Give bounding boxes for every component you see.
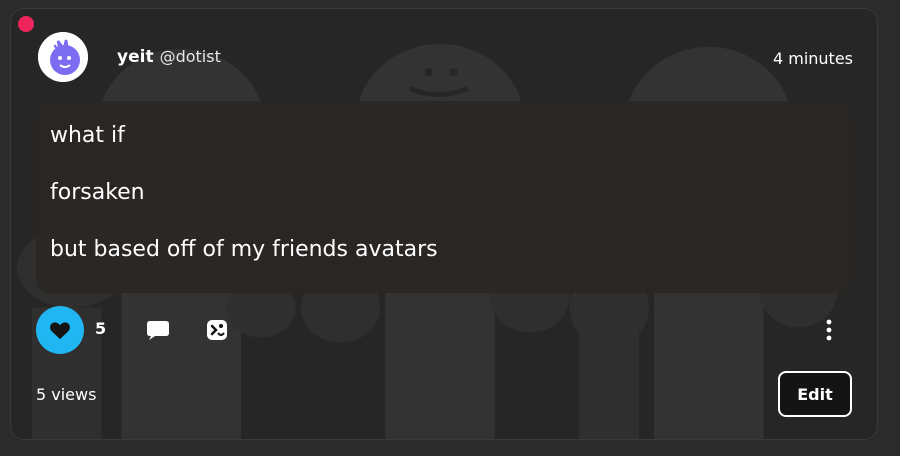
comment-button[interactable] (145, 317, 171, 343)
post-card: yeit @dotist 4 minutes what if forsaken … (10, 8, 878, 440)
more-options-button[interactable] (817, 317, 841, 343)
post-body: what if forsaken but based off of my fri… (36, 101, 852, 293)
author-avatar[interactable] (38, 32, 88, 82)
avatar-drawing-icon (38, 32, 88, 82)
notification-dot (18, 16, 34, 32)
vertical-dots-icon (826, 319, 832, 341)
stage: yeit @dotist 4 minutes what if forsaken … (0, 0, 900, 456)
remix-icon (207, 320, 227, 340)
post-text-line: forsaken (50, 180, 145, 205)
speech-bubble-icon (147, 321, 169, 340)
post-text-line: but based off of my friends avatars (50, 237, 438, 262)
author-info: yeit @dotist (117, 47, 221, 67)
heart-icon (50, 322, 70, 340)
post-text-line: what if (50, 123, 125, 148)
like-count: 5 (95, 319, 107, 338)
author-name[interactable]: yeit (117, 47, 154, 67)
like-button[interactable] (36, 306, 84, 354)
views-count: 5 views (36, 385, 97, 404)
remix-button[interactable] (204, 317, 230, 343)
edit-button[interactable]: Edit (778, 371, 852, 417)
post-timestamp[interactable]: 4 minutes (773, 49, 853, 68)
author-handle[interactable]: @dotist (160, 47, 221, 66)
